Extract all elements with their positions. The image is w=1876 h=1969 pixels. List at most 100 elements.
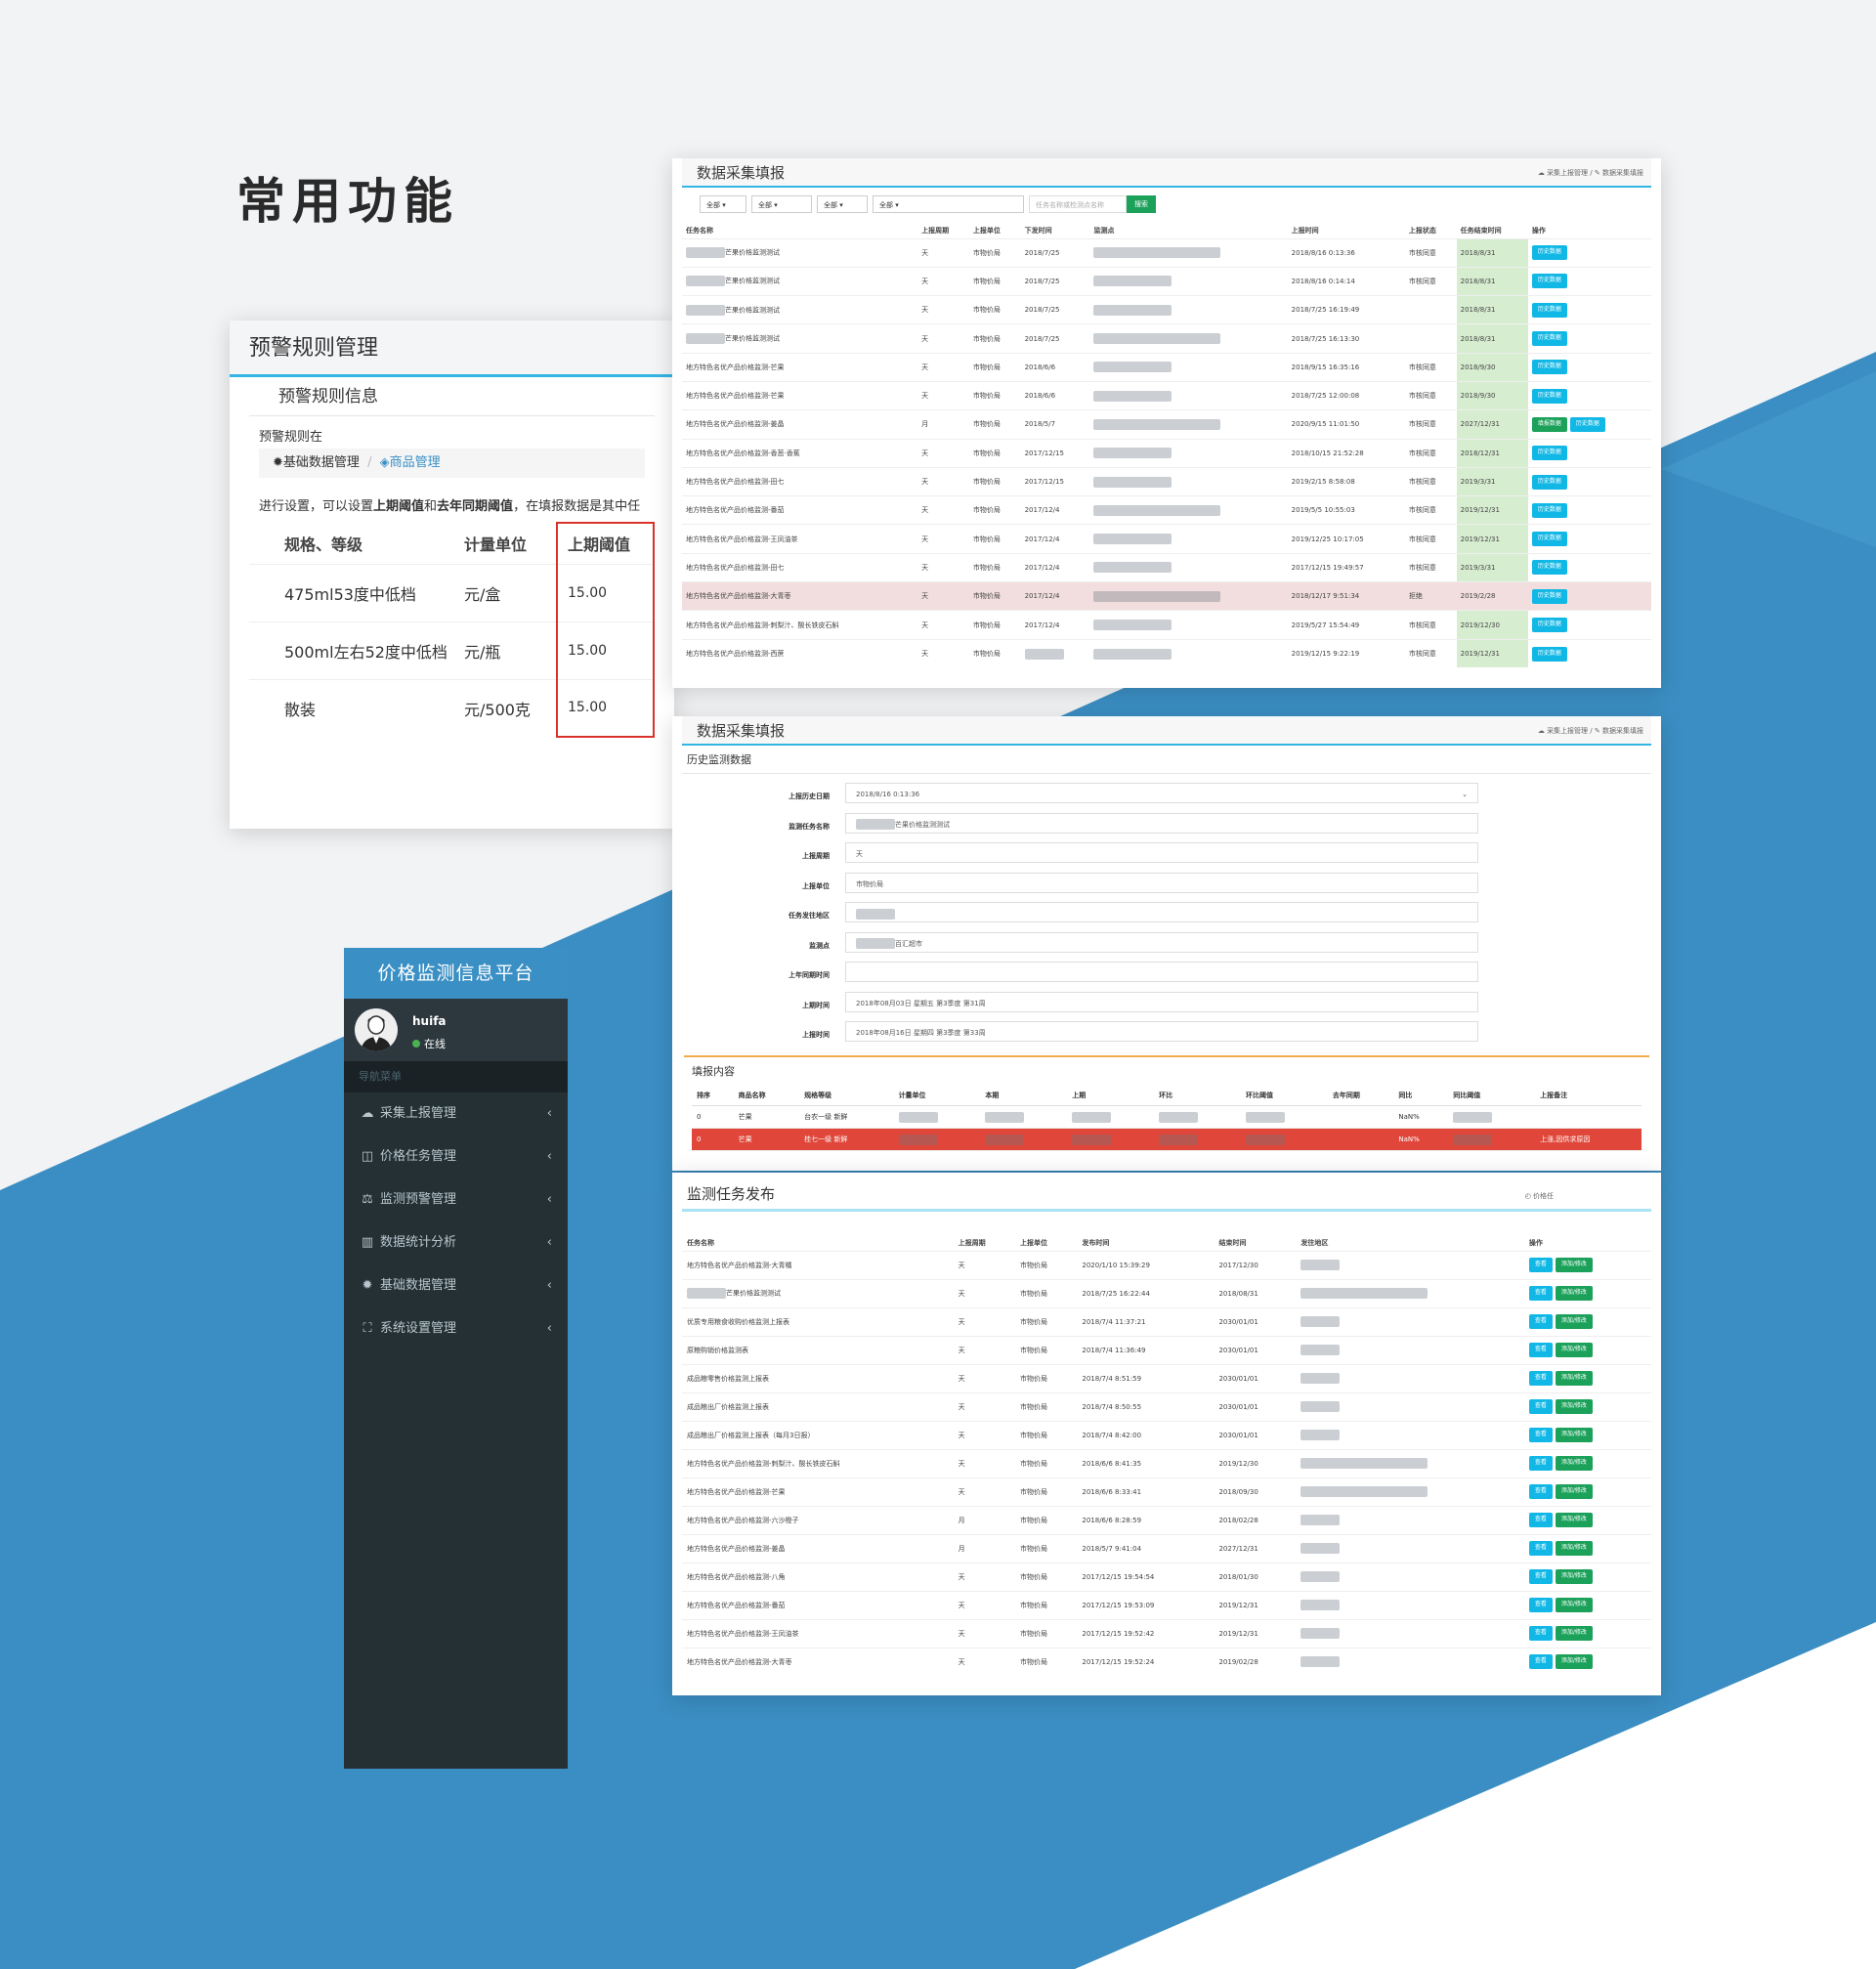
history-data-button[interactable]: 历史数据 bbox=[1531, 474, 1567, 490]
table-cell: 地方特色名优产品价格监测-芒果 bbox=[682, 1477, 954, 1506]
edit-button[interactable]: 添加/修改 bbox=[1555, 1598, 1593, 1612]
crumb-product[interactable]: 商品管理 bbox=[390, 455, 441, 470]
history-data-button[interactable]: 历史数据 bbox=[1531, 502, 1567, 518]
filter-select-4[interactable]: 全部 ▾ bbox=[873, 195, 1024, 213]
filter-select-1[interactable]: 全部 ▾ bbox=[700, 195, 746, 213]
history-data-button[interactable]: 历史数据 bbox=[1531, 588, 1567, 604]
table-cell: 2019/12/25 10:17:05 bbox=[1287, 524, 1405, 554]
sidebar-item-task[interactable]: ◫ 价格任务管理 ‹ bbox=[344, 1135, 568, 1178]
table-cell: 2017/12/4 bbox=[1020, 495, 1090, 525]
history-data-button[interactable]: 历史数据 bbox=[1531, 360, 1567, 375]
view-button[interactable]: 查看 bbox=[1528, 1513, 1553, 1527]
sidebar-item-warning[interactable]: ⚖ 监测预警管理 ‹ bbox=[344, 1178, 568, 1221]
view-button[interactable]: 查看 bbox=[1528, 1456, 1553, 1471]
table-cell: 2019/12/15 9:22:19 bbox=[1287, 638, 1405, 668]
table-cell: 市物价局 bbox=[1015, 1363, 1078, 1392]
history-data-button[interactable]: 历史数据 bbox=[1531, 274, 1567, 289]
table-cell: 市物价局 bbox=[1015, 1278, 1078, 1307]
history-data-button[interactable]: 历史数据 bbox=[1531, 618, 1567, 632]
filter-select-3[interactable]: 全部 ▾ bbox=[817, 195, 868, 213]
table-cell: 市物价局 bbox=[968, 409, 1021, 440]
table-cell: 市物价局 bbox=[1015, 1391, 1078, 1421]
sidebar-item-collect[interactable]: ☁ 采集上报管理 ‹ bbox=[344, 1092, 568, 1135]
table-row: 地方特色名优产品价格监测-姜晶 月 市物价局 2018/5/7 2020/9/15 11… bbox=[682, 409, 1651, 440]
redacted-text bbox=[1300, 1656, 1341, 1668]
view-button[interactable]: 查看 bbox=[1528, 1484, 1553, 1499]
edit-button[interactable]: 添加/修改 bbox=[1555, 1428, 1593, 1442]
edit-button[interactable]: 添加/修改 bbox=[1555, 1654, 1593, 1670]
table-cell: 市核同意 bbox=[1404, 237, 1457, 268]
filter-select-2[interactable]: 全部 ▾ bbox=[751, 195, 812, 213]
edit-button[interactable]: 添加/修改 bbox=[1555, 1286, 1593, 1301]
view-button[interactable]: 查看 bbox=[1528, 1598, 1553, 1612]
edit-button[interactable]: 添加/修改 bbox=[1555, 1626, 1593, 1641]
view-button[interactable]: 查看 bbox=[1528, 1286, 1553, 1301]
edit-button[interactable]: 添加/修改 bbox=[1555, 1371, 1593, 1386]
crumb-collect[interactable]: 采集上报管理 bbox=[1547, 169, 1588, 177]
cell-text: 市物价局 bbox=[1020, 1317, 1048, 1326]
crumb-collect[interactable]: 采集上报管理 bbox=[1547, 727, 1588, 735]
table-cell: 2030/01/01 bbox=[1214, 1335, 1297, 1364]
history-data-button[interactable]: 历史数据 bbox=[1531, 560, 1567, 576]
view-button[interactable]: 查看 bbox=[1528, 1626, 1553, 1641]
crumb-task[interactable]: 价格任 bbox=[1533, 1192, 1554, 1200]
table-cell: 2018/7/25 12:00:08 bbox=[1287, 380, 1405, 410]
table-cell: 市核同意 bbox=[1404, 638, 1457, 668]
table-cell: 2018/7/25 16:19:49 bbox=[1287, 295, 1405, 324]
sidebar-item-label: 数据统计分析 bbox=[380, 1235, 457, 1250]
edit-button[interactable]: 添加/修改 bbox=[1555, 1258, 1593, 1272]
breadcrumb: ☁ 采集上报管理 / ✎ 数据采集填报 bbox=[1538, 158, 1643, 188]
view-button[interactable]: 查看 bbox=[1528, 1569, 1553, 1584]
fill-data-button[interactable]: 填报数据 bbox=[1531, 416, 1567, 432]
edit-button[interactable]: 添加/修改 bbox=[1555, 1484, 1593, 1499]
table-cell: 2019/12/31 bbox=[1214, 1590, 1297, 1619]
cell-text: 2017/12/30 bbox=[1218, 1261, 1258, 1269]
sidebar-item-basic[interactable]: ✹ 基础数据管理 ‹ bbox=[344, 1264, 568, 1307]
view-button[interactable]: 查看 bbox=[1528, 1371, 1553, 1386]
edit-button[interactable]: 添加/修改 bbox=[1555, 1541, 1593, 1556]
history-data-button[interactable]: 历史数据 bbox=[1531, 245, 1567, 261]
view-button[interactable]: 查看 bbox=[1528, 1258, 1553, 1272]
edit-button[interactable]: 添加/修改 bbox=[1555, 1314, 1593, 1329]
table-cell: 原粮购销价格监测表 bbox=[682, 1335, 954, 1364]
sidebar-item-stats[interactable]: ▥ 数据统计分析 ‹ bbox=[344, 1221, 568, 1264]
edit-button[interactable]: 添加/修改 bbox=[1555, 1513, 1593, 1527]
view-button[interactable]: 查看 bbox=[1528, 1541, 1553, 1556]
sidebar-item-settings[interactable]: ⛶ 系统设置管理 ‹ bbox=[344, 1307, 568, 1350]
history-data-button[interactable]: 历史数据 bbox=[1569, 416, 1605, 432]
history-data-button[interactable]: 历史数据 bbox=[1531, 446, 1567, 461]
view-button[interactable]: 查看 bbox=[1528, 1654, 1553, 1670]
table-cell: 天 bbox=[917, 524, 969, 554]
table-cell bbox=[1241, 1105, 1328, 1129]
edit-button[interactable]: 添加/修改 bbox=[1555, 1569, 1593, 1584]
action-cell: 查看 添加/修改 bbox=[1523, 1448, 1651, 1477]
edit-button[interactable]: 添加/修改 bbox=[1555, 1456, 1593, 1471]
view-button[interactable]: 查看 bbox=[1528, 1343, 1553, 1357]
cell-text: 2019/12/31 bbox=[1460, 535, 1500, 543]
history-data-button[interactable]: 历史数据 bbox=[1531, 532, 1567, 547]
column-header: 下发时间 bbox=[1024, 226, 1052, 235]
view-button[interactable]: 查看 bbox=[1528, 1428, 1553, 1442]
view-button[interactable]: 查看 bbox=[1528, 1314, 1553, 1329]
action-cell: 查看 添加/修改 bbox=[1523, 1420, 1651, 1449]
search-input[interactable]: 任务名称或检测点名称 bbox=[1029, 195, 1127, 213]
history-data-button[interactable]: 历史数据 bbox=[1531, 388, 1567, 404]
history-date-select[interactable]: 2018/8/16 0:13:36 ⌄ bbox=[845, 783, 1478, 803]
cell-text: 2017/12/15 bbox=[1024, 478, 1064, 487]
crumb-fill[interactable]: 数据采集填报 bbox=[1602, 727, 1643, 735]
redacted-text bbox=[1453, 1134, 1493, 1145]
edit-button[interactable]: 添加/修改 bbox=[1555, 1399, 1593, 1414]
search-button[interactable]: 搜索 bbox=[1127, 195, 1156, 213]
form-row: 上报历史日期 2018/8/16 0:13:36 ⌄ bbox=[684, 783, 1649, 813]
collection-table: 任务名称 上报周期 上报单位 下发时间 监测点 上报时间 上报状态 任务结束时间 操作 芒果价格… bbox=[682, 223, 1651, 668]
history-data-button[interactable]: 历史数据 bbox=[1531, 331, 1567, 347]
crumb-basic-data[interactable]: 基础数据管理 bbox=[283, 455, 360, 470]
history-data-button[interactable]: 历史数据 bbox=[1531, 646, 1567, 662]
select-value: 全部 bbox=[824, 201, 837, 209]
history-data-button[interactable]: 历史数据 bbox=[1531, 302, 1567, 318]
edit-button[interactable]: 添加/修改 bbox=[1555, 1343, 1593, 1357]
column-header: 上报时间 bbox=[1291, 226, 1319, 235]
crumb-fill[interactable]: 数据采集填报 bbox=[1602, 169, 1643, 177]
cell-text: 2018/7/4 8:50:55 bbox=[1082, 1402, 1142, 1411]
view-button[interactable]: 查看 bbox=[1528, 1399, 1553, 1414]
